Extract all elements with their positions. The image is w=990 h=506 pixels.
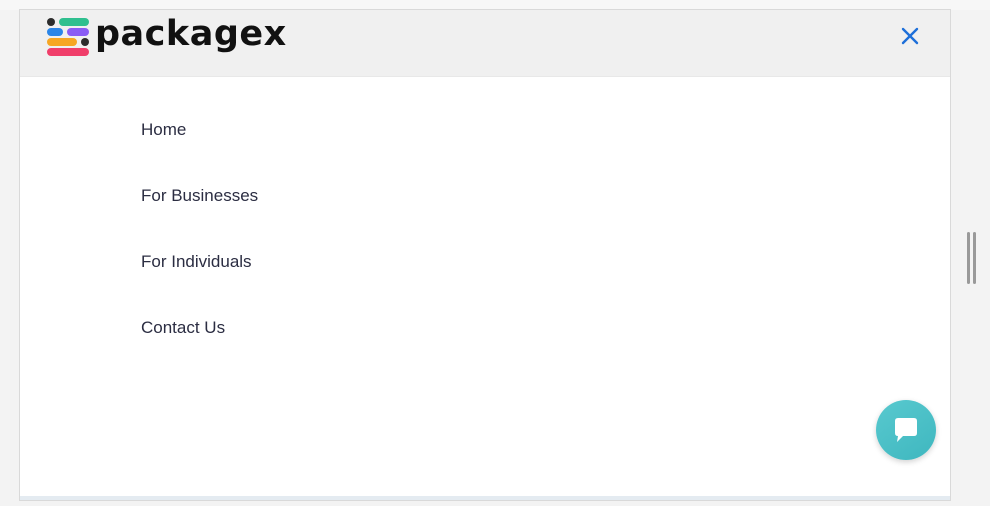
- close-icon: [901, 27, 919, 45]
- nav-item-home[interactable]: Home: [141, 118, 258, 184]
- nav-item-contact-us[interactable]: Contact Us: [141, 316, 258, 382]
- panel-bottom-border: [20, 496, 950, 500]
- mobile-menu-panel: packagex Home For Businesses For Individ…: [19, 9, 951, 501]
- close-menu-button[interactable]: [898, 24, 922, 48]
- packagex-logo-mark-icon: [47, 16, 91, 56]
- menu-header: packagex: [20, 10, 950, 77]
- scroll-handle[interactable]: [966, 232, 978, 284]
- chat-launcher-button[interactable]: [876, 400, 936, 460]
- brand-wordmark: packagex: [95, 14, 287, 54]
- chat-bubble-icon: [895, 418, 917, 442]
- nav-item-for-individuals[interactable]: For Individuals: [141, 250, 258, 316]
- scroll-handle-grip-line: [973, 232, 976, 284]
- scroll-handle-grip-icon: [967, 232, 970, 284]
- brand-logo[interactable]: packagex: [47, 14, 287, 58]
- main-nav-menu: Home For Businesses For Individuals Cont…: [141, 118, 258, 382]
- nav-item-for-businesses[interactable]: For Businesses: [141, 184, 258, 250]
